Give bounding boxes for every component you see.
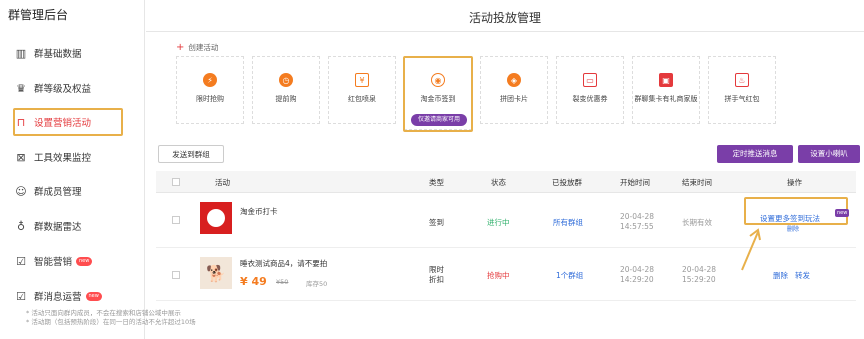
card-label: 拼手气红包 [724, 95, 760, 103]
bar-chart-icon: ▥ [15, 46, 27, 60]
sidebar-item-level[interactable]: ♛ 群等级及权益 [14, 77, 91, 99]
col-groups: 已投放群 [552, 178, 582, 187]
sidebar-item-label: 群成员管理 [34, 187, 82, 198]
page-header: 活动投放管理 [146, 0, 864, 32]
card-red-packet-fountain[interactable]: ¥ 红包喷泉 [328, 56, 396, 124]
card-label: 拼团卡片 [500, 95, 528, 103]
lightning-icon: ⚡ [203, 73, 217, 87]
coupon-icon: ▭ [583, 73, 597, 87]
sidebar-item-label: 群基础数据 [34, 49, 82, 60]
sidebar-title: 群管理后台 [8, 8, 69, 22]
smart-icon: ☑ [16, 254, 26, 268]
sidebar: 群管理后台 ▥ 群基础数据 ♛ 群等级及权益 ⊓ 设置营销活动 ⊠ 工具效果监控… [0, 0, 145, 339]
message-icon: ☑ [16, 289, 26, 303]
clock-icon: ◷ [279, 73, 293, 87]
end-time: 20-04-28 15:29:20 [682, 265, 717, 284]
card-fission-coupon[interactable]: ▭ 裂变优惠券 [556, 56, 624, 124]
sidebar-item-radar[interactable]: ♁ 群数据雷达 [14, 215, 82, 237]
pointer-arrow [741, 228, 761, 271]
col-start: 开始时间 [620, 178, 650, 187]
row-checkbox[interactable] [172, 271, 180, 279]
new-badge: new [835, 209, 850, 217]
sidebar-item-label: 智能营销 [34, 257, 73, 268]
status-badge: 进行中 [487, 218, 510, 227]
card-label: 裂变优惠券 [572, 95, 608, 103]
forward-link[interactable]: 转发 [795, 270, 810, 281]
groups-link[interactable]: 所有群组 [553, 217, 583, 228]
old-price: ¥50 [276, 278, 289, 286]
card-label: 群聊集卡有礼商家版 [634, 95, 698, 103]
crown-icon: ♛ [16, 81, 26, 95]
card-highlight-box [403, 56, 473, 132]
sidebar-item-message-ops[interactable]: ☑ 群消息运营 new [14, 285, 102, 307]
col-status: 状态 [491, 178, 506, 187]
start-time: 20-04-28 14:57:55 [620, 212, 655, 231]
sidebar-item-label: 群等级及权益 [34, 84, 92, 95]
card-flash-sale[interactable]: ⚡ 限时抢购 [176, 56, 244, 124]
send-to-group-button[interactable]: 发送到群组 [158, 145, 224, 163]
sidebar-highlight-box [13, 108, 123, 136]
radar-icon: ♁ [16, 219, 26, 233]
note-line: * 活动期（包括预热阶段）在同一日的活动不允许超过10场 [26, 318, 196, 326]
red-packet-icon: ¥ [355, 73, 369, 87]
new-badge: new [76, 256, 93, 266]
end-time: 长期有效 [682, 218, 712, 227]
col-actions: 操作 [787, 178, 802, 187]
tool-icon: ⊠ [16, 150, 26, 164]
users-icon: ☺ [15, 184, 27, 198]
price: ¥ 49 [240, 275, 267, 288]
stock: 库存50 [306, 280, 328, 288]
col-activity: 活动 [215, 178, 230, 187]
card-pre-purchase[interactable]: ◷ 提前购 [252, 56, 320, 124]
sidebar-item-tool-monitor[interactable]: ⊠ 工具效果监控 [14, 146, 91, 168]
note-line: * 活动只面向群内成员，不会在搜索和店铺公域中展示 [26, 309, 181, 317]
gift-card-icon: ▣ [659, 73, 673, 87]
group-buy-icon: ◈ [507, 73, 521, 87]
sidebar-item-label: 群消息运营 [34, 292, 82, 303]
set-speaker-button[interactable]: 设置小喇叭 [798, 145, 860, 163]
sidebar-item-smart-marketing[interactable]: ☑ 智能营销 new [14, 250, 93, 272]
dog-thumbnail: 🐕 [200, 257, 232, 289]
start-time: 20-04-28 14:29:20 [620, 265, 655, 284]
table-header: 活动 类型 状态 已投放群 开始时间 结束时间 操作 [156, 171, 856, 193]
page-title: 活动投放管理 [468, 11, 541, 25]
card-group-buy[interactable]: ◈ 拼团卡片 [480, 56, 548, 124]
gift-icon: ♨ [735, 73, 749, 87]
status-badge: 抢购中 [487, 271, 510, 280]
notes: * 活动只面向群内成员，不会在搜索和店铺公域中展示 * 活动期（包括预热阶段）在… [26, 309, 196, 327]
new-badge: new [85, 291, 102, 301]
card-lucky-red-packet[interactable]: ♨ 拼手气红包 [708, 56, 776, 124]
activity-type: 限时 折扣 [429, 265, 444, 284]
card-label: 限时抢购 [196, 95, 224, 103]
sidebar-item-label: 群数据雷达 [34, 222, 82, 233]
activity-name[interactable]: 睡衣测试商品4，请不要拍 [240, 258, 327, 269]
delete-link[interactable]: 删除 [787, 224, 799, 233]
activity-name[interactable]: 淘金币打卡 [240, 206, 278, 217]
col-type: 类型 [429, 178, 444, 187]
card-label: 红包喷泉 [348, 95, 376, 103]
row-checkbox[interactable] [172, 216, 180, 224]
groups-link[interactable]: 1个群组 [556, 270, 583, 281]
sidebar-item-label: 工具效果监控 [34, 153, 92, 164]
card-collect-cards[interactable]: ▣ 群聊集卡有礼商家版 [632, 56, 700, 124]
create-activity-label: + 创建活动 [176, 42, 219, 53]
scheduled-push-button[interactable]: 定时推送消息 [717, 145, 793, 163]
sidebar-item-basic-data[interactable]: ▥ 群基础数据 [14, 42, 82, 64]
delete-link[interactable]: 删除 [773, 270, 788, 281]
coin-thumbnail [200, 202, 232, 234]
card-label: 提前购 [275, 95, 297, 103]
select-all-checkbox[interactable] [172, 178, 180, 186]
plus-icon: + [176, 42, 185, 53]
action-highlight-box [744, 197, 848, 225]
activity-type: 签到 [429, 218, 444, 227]
col-end: 结束时间 [682, 178, 712, 187]
sidebar-item-members[interactable]: ☺ 群成员管理 [14, 180, 82, 202]
